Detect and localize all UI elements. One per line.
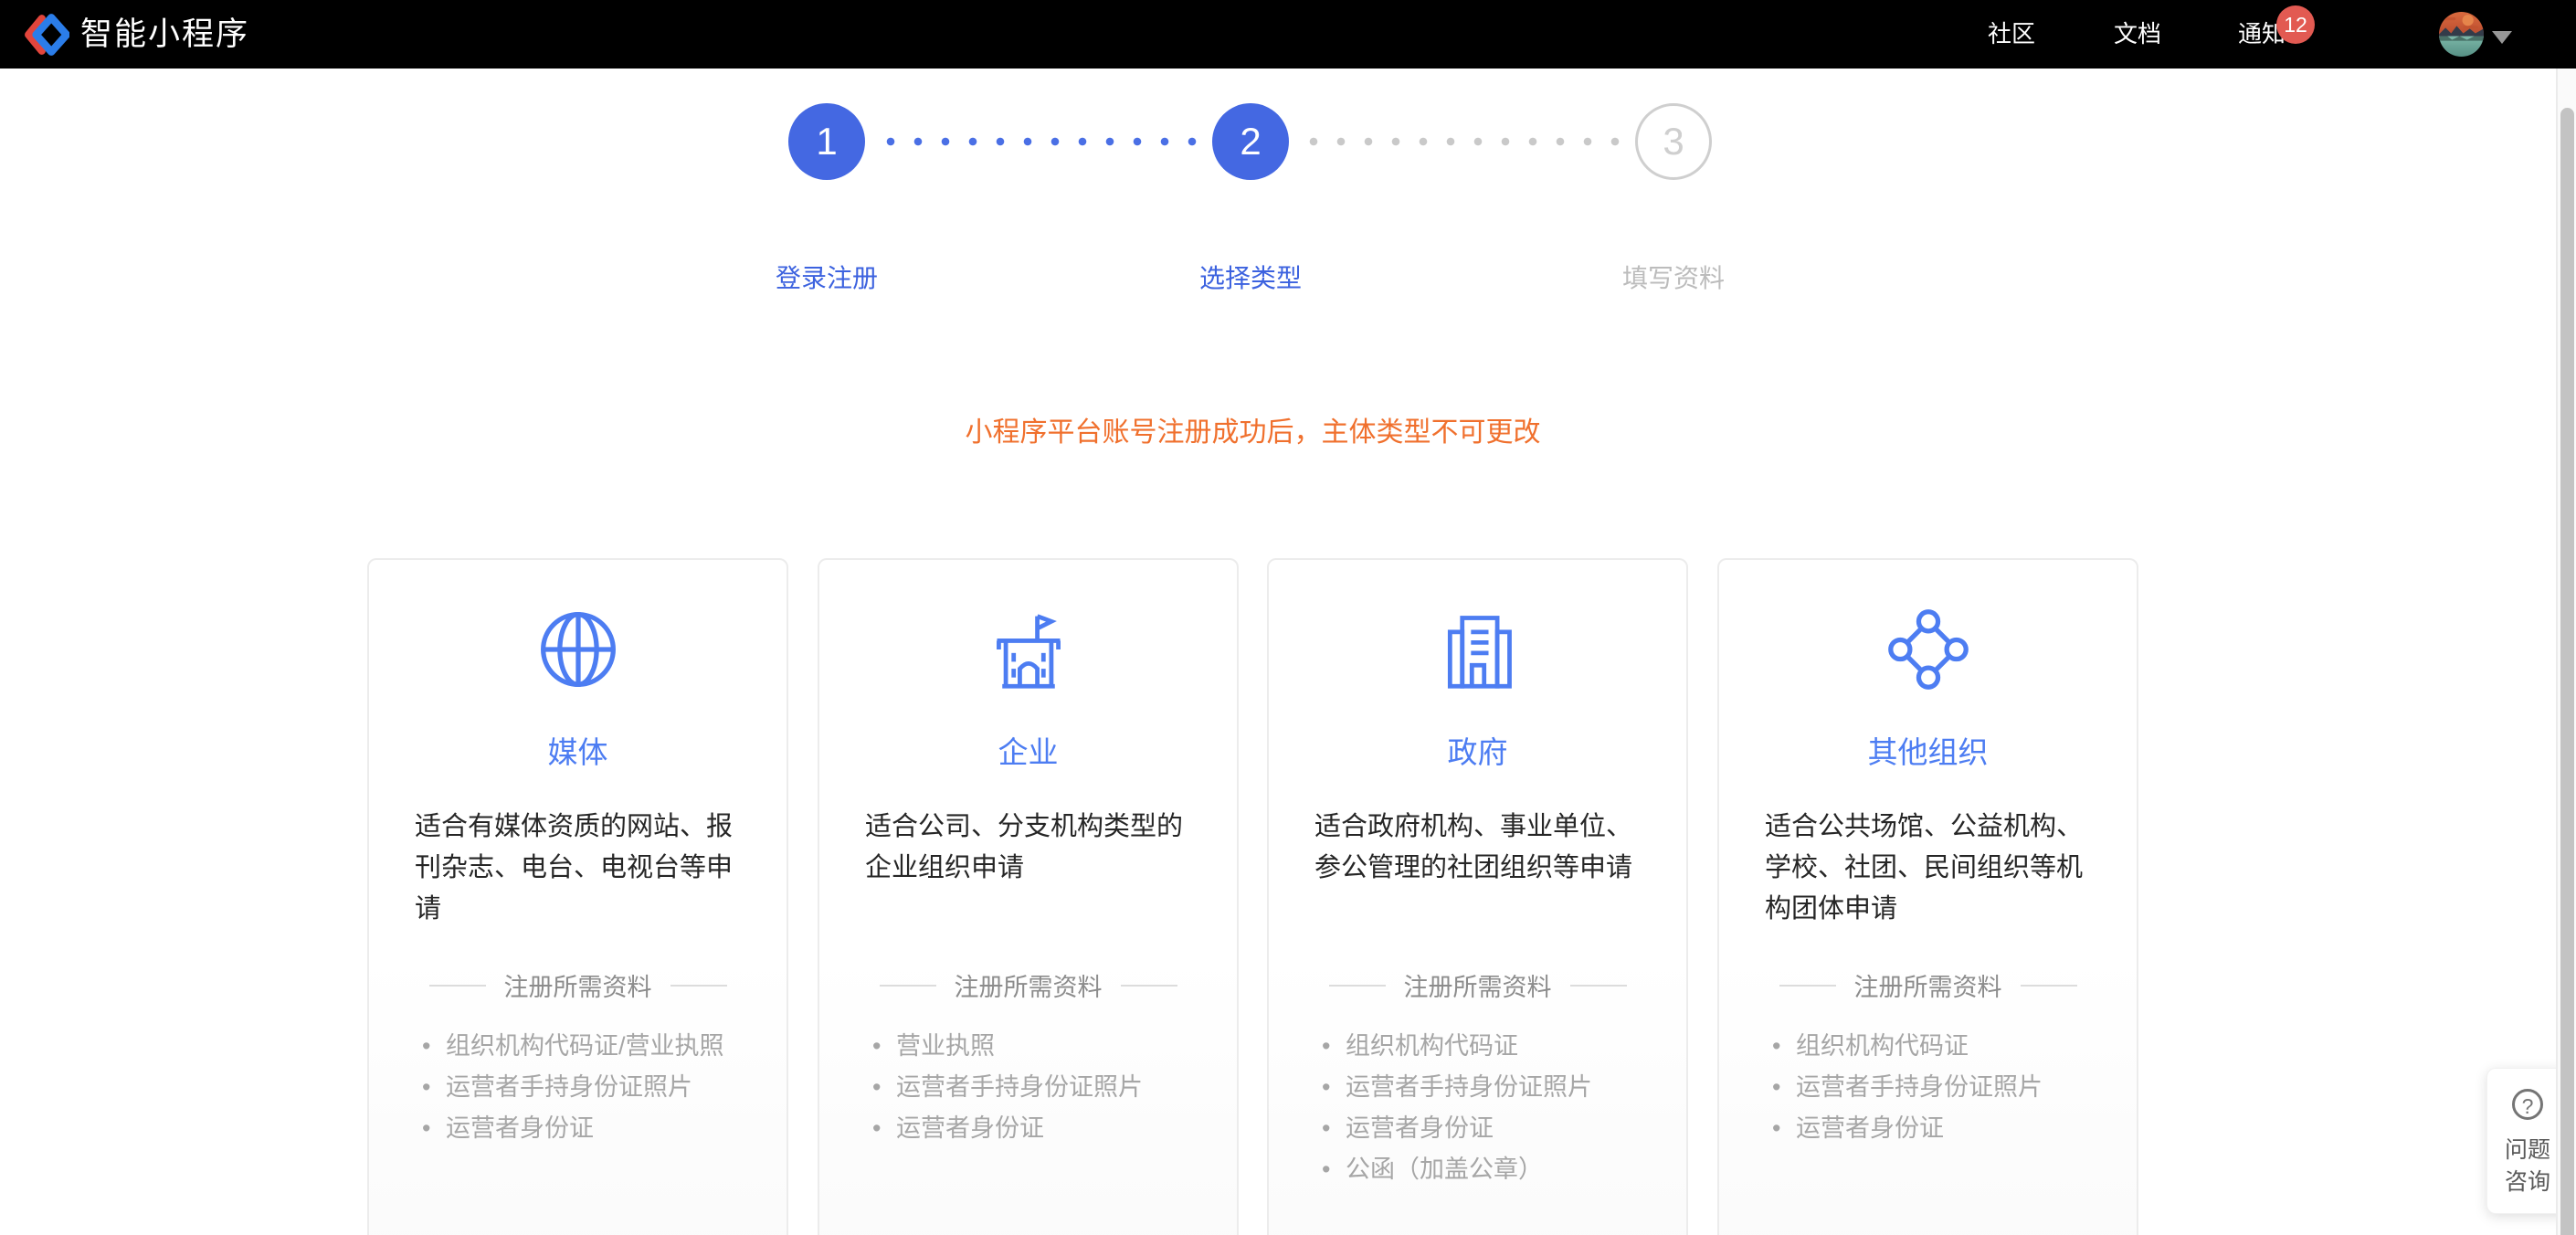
step-connector-done (877, 137, 1206, 146)
requirements-header: 注册所需资料 (369, 967, 787, 1003)
step-3-circle: 3 (1635, 103, 1712, 180)
type-card-media[interactable]: 媒体 适合有媒体资质的网站、报刊杂志、电台、电视台等申请 注册所需资料 组织机构… (367, 558, 788, 1235)
requirements-list: 组织机构代码证 运营者手持身份证照片 运营者身份证 (1772, 1026, 2119, 1149)
nav-community[interactable]: 社区 (1988, 0, 2035, 69)
brand-title: 智能小程序 (80, 16, 250, 52)
card-title: 企业 (998, 735, 1059, 769)
organization-network-icon (1886, 607, 1970, 691)
type-card-enterprise[interactable]: 企业 适合公司、分支机构类型的企业组织申请 注册所需资料 营业执照 运营者手持身… (818, 558, 1239, 1235)
requirement-item: 运营者身份证 (422, 1108, 769, 1149)
type-warning-text: 小程序平台账号注册成功后，主体类型不可更改 (965, 417, 1541, 448)
requirement-item: 营业执照 (872, 1026, 1219, 1067)
requirement-item: 运营者身份证 (872, 1108, 1219, 1149)
requirements-list: 营业执照 运营者手持身份证照片 运营者身份证 (872, 1026, 1219, 1149)
nav-docs[interactable]: 文档 (2114, 0, 2161, 69)
globe-icon (536, 607, 620, 691)
requirement-item: 组织机构代码证/营业执照 (422, 1026, 769, 1067)
requirement-item: 运营者身份证 (1772, 1108, 2119, 1149)
divider-line (1328, 984, 1386, 987)
step-1-circle: 1 (788, 103, 865, 180)
card-description: 适合有媒体资质的网站、报刊杂志、电台、电视台等申请 (415, 812, 734, 924)
requirements-header: 注册所需资料 (1719, 967, 2137, 1003)
step-3-label: 填写资料 (1621, 264, 1726, 292)
scrollbar-track[interactable] (2556, 69, 2576, 1235)
scrollbar-thumb[interactable] (2560, 108, 2574, 1235)
step-1-label[interactable]: 登录注册 (776, 259, 878, 295)
requirement-item: 运营者手持身份证照片 (422, 1067, 769, 1108)
divider-line (879, 984, 936, 987)
question-mark-icon: ? (2512, 1089, 2543, 1120)
requirements-list: 组织机构代码证 运营者手持身份证照片 运营者身份证 公函（加盖公章） (1322, 1026, 1669, 1190)
card-description: 适合政府机构、事业单位、参公管理的社团组织等申请 (1314, 812, 1633, 882)
user-avatar[interactable] (2439, 12, 2484, 57)
card-title: 媒体 (547, 735, 608, 769)
requirements-header: 注册所需资料 (819, 967, 1237, 1003)
card-title: 政府 (1447, 735, 1508, 769)
type-card-other-organization[interactable]: 其他组织 适合公共场馆、公益机构、学校、社团、民间组织等机构团体申请 注册所需资… (1717, 558, 2138, 1235)
divider-line (670, 984, 727, 987)
requirement-item: 组织机构代码证 (1772, 1026, 2119, 1067)
requirement-item: 组织机构代码证 (1322, 1026, 1669, 1067)
divider-line (428, 984, 486, 987)
requirement-item: 运营者手持身份证照片 (1772, 1067, 2119, 1108)
divider-line (1779, 984, 1836, 987)
requirements-header: 注册所需资料 (1269, 967, 1686, 1003)
government-building-icon (1436, 607, 1520, 691)
requirements-list: 组织机构代码证/营业执照 运营者手持身份证照片 运营者身份证 (422, 1026, 769, 1149)
enterprise-building-icon (987, 607, 1071, 691)
requirement-item: 运营者手持身份证照片 (872, 1067, 1219, 1108)
divider-line (1120, 984, 1177, 987)
divider-line (2020, 984, 2077, 987)
notification-count-badge: 12 (2276, 5, 2315, 44)
brand-logo-icon[interactable] (24, 12, 71, 58)
step-2-label: 选择类型 (1198, 264, 1303, 292)
type-card-government[interactable]: 政府 适合政府机构、事业单位、参公管理的社团组织等申请 注册所需资料 组织机构代… (1267, 558, 1688, 1235)
card-title: 其他组织 (1867, 735, 1989, 769)
card-description: 适合公共场馆、公益机构、学校、社团、民间组织等机构团体申请 (1765, 812, 2084, 924)
step-2-circle: 2 (1212, 103, 1289, 180)
card-description: 适合公司、分支机构类型的企业组织申请 (865, 812, 1184, 882)
page: 智能小程序 社区 文档 通知 12 1 2 3 登录注册 选择类型 填写资料 小… (0, 0, 2576, 1235)
requirement-item: 公函（加盖公章） (1322, 1149, 1669, 1190)
app-header: 智能小程序 社区 文档 通知 12 (0, 0, 2576, 69)
divider-line (1569, 984, 1627, 987)
requirement-item: 运营者身份证 (1322, 1108, 1669, 1149)
step-connector-pending (1300, 137, 1629, 146)
requirement-item: 运营者手持身份证照片 (1322, 1067, 1669, 1108)
chevron-down-icon[interactable] (2492, 31, 2512, 44)
